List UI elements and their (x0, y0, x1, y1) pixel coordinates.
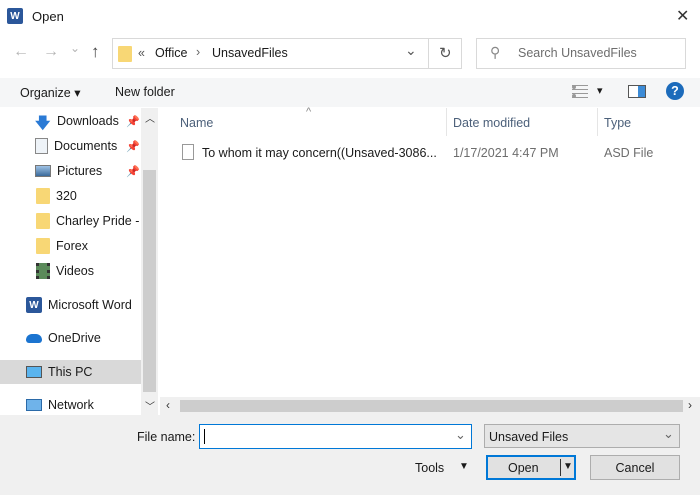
column-header-type[interactable]: Type (604, 116, 631, 130)
scroll-right-arrow[interactable]: › (688, 398, 692, 412)
word-icon: W (26, 297, 42, 313)
up-button[interactable]: ↑ (91, 42, 100, 62)
file-name-input[interactable]: ⌄ (199, 424, 472, 449)
nav-item-this-pc[interactable]: This PC (0, 360, 141, 384)
file-name-label: File name: (137, 430, 196, 444)
tools-button[interactable]: Tools (415, 461, 444, 475)
breadcrumb-separator: › (196, 45, 201, 59)
search-icon: ⚲ (490, 44, 501, 60)
open-label: Open (508, 460, 539, 475)
nav-label: Videos (56, 264, 94, 278)
toolbar: Organize ▾ New folder ▾ ? (0, 78, 700, 107)
open-button[interactable]: Open ▼ (486, 455, 576, 480)
forward-button[interactable]: → (43, 43, 59, 61)
scroll-thumb[interactable] (143, 170, 156, 392)
videos-icon (36, 263, 50, 279)
file-type-filter[interactable]: Unsaved Files ⌄ (484, 424, 680, 448)
folder-icon (36, 213, 50, 229)
nav-label: Charley Pride - (56, 214, 140, 228)
preview-pane-icon[interactable] (628, 85, 646, 98)
divider (428, 39, 429, 68)
sort-arrow: ^ (306, 106, 312, 118)
nav-label: 320 (56, 189, 77, 203)
pc-icon (26, 366, 42, 378)
scroll-thumb[interactable] (180, 400, 683, 412)
nav-label: Forex (56, 239, 88, 253)
file-icon (182, 144, 194, 160)
cancel-button[interactable]: Cancel (590, 455, 680, 480)
nav-item-videos[interactable]: Videos (0, 259, 141, 283)
nav-item-320[interactable]: 320 (0, 184, 141, 208)
nav-label: OneDrive (48, 331, 101, 345)
address-bar[interactable]: « Office › UnsavedFiles ⌄ ↻ (112, 38, 462, 69)
search-box[interactable]: ⚲ Search UnsavedFiles (476, 38, 686, 69)
file-date: 1/17/2021 4:47 PM (453, 146, 559, 160)
file-name: To whom it may concern((Unsaved-3086... (202, 146, 437, 160)
nav-item-pictures[interactable]: Pictures 📌 (0, 159, 141, 183)
nav-label: Microsoft Word (48, 298, 132, 312)
pin-icon: 📌 (126, 165, 140, 178)
pin-icon: 📌 (126, 115, 140, 128)
nav-item-documents[interactable]: Documents 📌 (0, 134, 141, 158)
network-icon (26, 399, 42, 411)
scroll-left-arrow[interactable]: ‹ (166, 398, 170, 412)
close-button[interactable]: ✕ (676, 6, 689, 26)
help-icon[interactable]: ? (666, 82, 684, 100)
documents-icon (35, 138, 48, 154)
scroll-up-arrow[interactable]: ︿ (145, 110, 155, 125)
word-app-icon: W (7, 8, 23, 24)
nav-item-forex[interactable]: Forex (0, 234, 141, 258)
divider (597, 108, 598, 136)
folder-icon (36, 238, 50, 254)
search-placeholder[interactable]: Search UnsavedFiles (518, 46, 637, 60)
back-button[interactable]: ← (13, 43, 29, 61)
chevron-down-icon: ⌄ (663, 426, 674, 441)
nav-item-onedrive[interactable]: OneDrive (0, 326, 141, 350)
window-title: Open (32, 9, 64, 24)
horizontal-scrollbar[interactable]: ‹ › (160, 397, 700, 415)
view-options-dropdown[interactable]: ▾ (597, 84, 603, 97)
nav-label: Documents (54, 139, 118, 153)
file-type: ASD File (604, 146, 654, 160)
filter-value: Unsaved Files (489, 430, 569, 444)
file-row[interactable]: To whom it may concern((Unsaved-3086... … (176, 142, 696, 164)
nav-item-charley-pride[interactable]: Charley Pride - (0, 209, 141, 233)
onedrive-icon (26, 333, 42, 343)
chevron-down-icon[interactable]: ⌄ (455, 427, 466, 443)
divider (446, 108, 447, 136)
new-folder-button[interactable]: New folder (115, 85, 175, 99)
recent-locations-button[interactable]: ⌄ (70, 41, 80, 55)
nav-label: This PC (48, 365, 93, 379)
navigation-pane: 🡇 Downloads 📌 Documents 📌 Pictures 📌 320 Cha… (0, 108, 141, 415)
address-dropdown[interactable]: ⌄ (405, 42, 417, 59)
organize-button[interactable]: Organize ▾ (20, 85, 80, 100)
nav-label: Downloads (57, 114, 119, 128)
open-dropdown-icon[interactable]: ▼ (563, 461, 573, 472)
breadcrumb-office[interactable]: Office (155, 46, 187, 60)
breadcrumb-unsavedfiles[interactable]: UnsavedFiles (212, 46, 288, 60)
title-bar: W Open ✕ (0, 0, 700, 32)
nav-label: Pictures (57, 164, 103, 178)
column-header-date[interactable]: Date modified (453, 116, 530, 130)
pictures-icon (35, 165, 51, 177)
file-list: ^ Name Date modified Type To whom it may… (160, 106, 700, 397)
folder-icon (36, 188, 50, 204)
nav-item-network[interactable]: Network (0, 393, 141, 417)
text-cursor (204, 429, 205, 444)
pin-icon: 📌 (126, 140, 140, 153)
download-icon: 🡇 (35, 115, 51, 132)
nav-item-microsoft-word[interactable]: W Microsoft Word (0, 293, 141, 317)
scroll-down-arrow[interactable]: ﹀ (145, 398, 155, 413)
view-list-icon[interactable] (572, 85, 588, 98)
nav-label: Network (48, 398, 94, 412)
bottom-panel: File name: ⌄ Unsaved Files ⌄ Tools ▼ Ope… (0, 415, 700, 495)
tools-dropdown-icon[interactable]: ▼ (459, 461, 469, 472)
column-header-name[interactable]: Name (180, 116, 213, 130)
nav-item-downloads[interactable]: 🡇 Downloads 📌 (0, 109, 141, 133)
folder-icon (118, 46, 132, 62)
refresh-button[interactable]: ↻ (439, 44, 452, 62)
address-overflow[interactable]: « (138, 46, 145, 60)
nav-pane-scrollbar[interactable]: ︿ ﹀ (141, 108, 158, 415)
